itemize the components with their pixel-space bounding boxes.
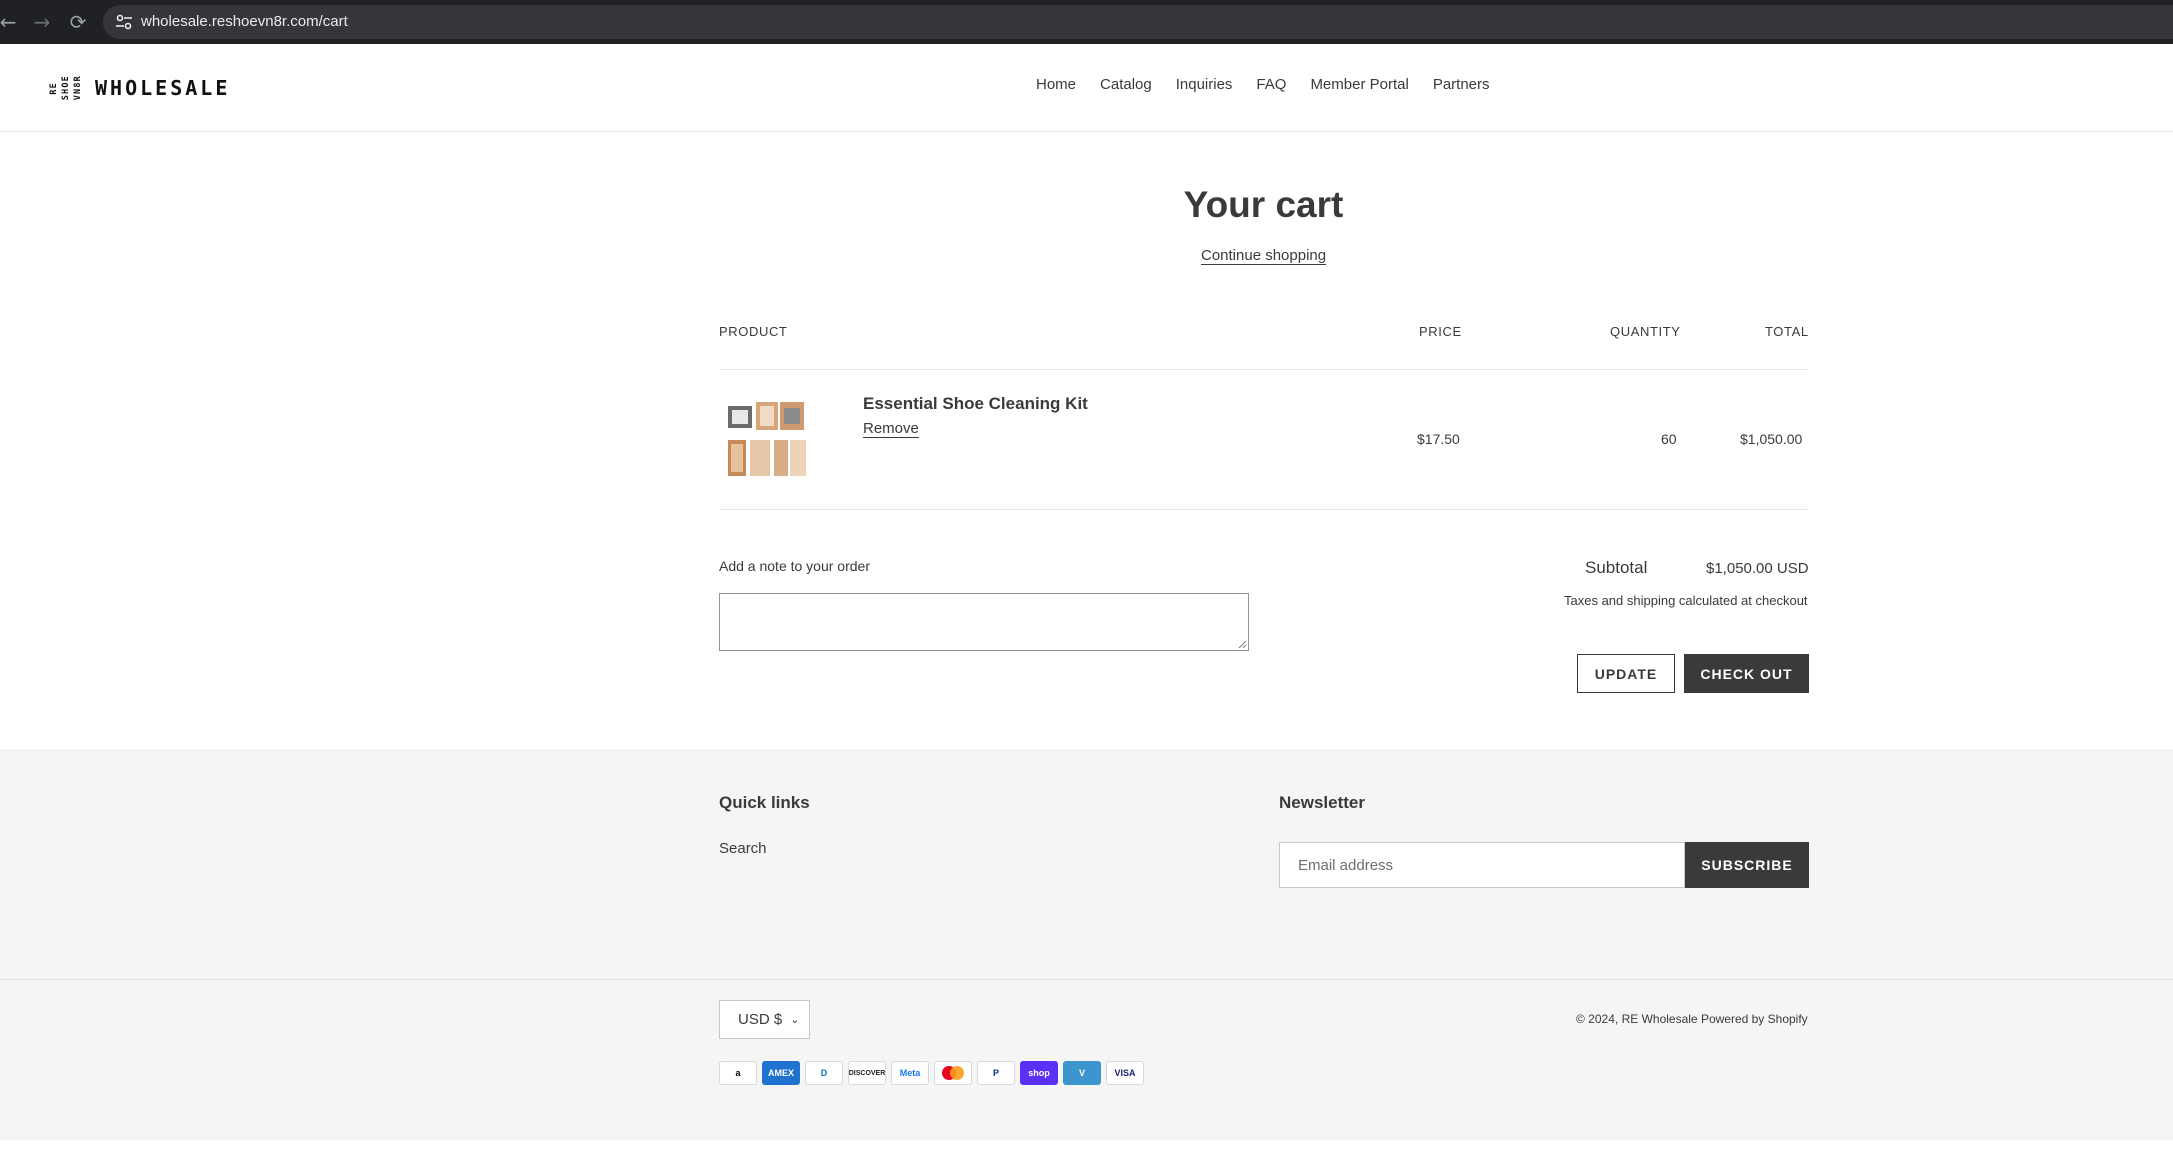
powered-by-shopify-link[interactable]: Powered by Shopify <box>1701 1012 1808 1026</box>
site-header: RE SHOE VN8R WHOLESALE Home Catalog Inqu… <box>0 44 2173 132</box>
nav-home[interactable]: Home <box>1036 76 1076 93</box>
store-name-link[interactable]: RE Wholesale <box>1622 1012 1698 1026</box>
product-name[interactable]: Essential Shoe Cleaning Kit <box>863 394 1088 414</box>
forward-arrow-icon[interactable]: → <box>30 10 54 34</box>
payment-icons: a AMEX D DISCOVER Meta Pshop V VISA <box>719 1061 1144 1085</box>
continue-shopping-link[interactable]: Continue shopping <box>1201 247 1326 264</box>
item-total: $1,050.00 <box>1740 431 1803 447</box>
nav-inquiries[interactable]: Inquiries <box>1176 76 1233 93</box>
column-header-quantity: QUANTITY <box>1610 324 1681 339</box>
newsletter-email-input[interactable] <box>1279 842 1685 888</box>
main-navigation: Home Catalog Inquiries FAQ Member Portal… <box>1036 76 1490 93</box>
subscribe-button[interactable]: SUBSCRIBE <box>1685 842 1809 888</box>
item-quantity[interactable]: 60 <box>1661 431 1677 447</box>
copyright-notice: © 2024, RE Wholesale Powered by Shopify <box>1576 1012 1808 1026</box>
update-cart-button[interactable]: UPDATE <box>1577 654 1675 693</box>
newsletter-title: Newsletter <box>1279 793 1365 812</box>
visa-icon: VISA <box>1106 1061 1144 1085</box>
currency-selector[interactable]: USD $ ⌄ <box>719 1000 810 1039</box>
diners-icon: D <box>805 1061 843 1085</box>
paypal-icon: P <box>977 1061 1015 1085</box>
resize-handle-icon[interactable] <box>1238 640 1247 649</box>
column-header-total: TOTAL <box>1765 324 1809 339</box>
amex-icon: AMEX <box>762 1061 800 1085</box>
divider <box>0 979 2173 980</box>
column-header-product: PRODUCT <box>719 324 788 339</box>
quick-links-title: Quick links <box>719 793 810 812</box>
amazon-icon: a <box>719 1061 757 1085</box>
copyright-prefix: © 2024, <box>1576 1012 1619 1026</box>
item-price: $17.50 <box>1417 431 1460 447</box>
site-footer: Quick links Search Newsletter SUBSCRIBE … <box>0 749 2173 1140</box>
venmo-icon: V <box>1063 1061 1101 1085</box>
logo-text: WHOLESALE <box>95 76 231 100</box>
logo-word-re: RE <box>49 81 59 95</box>
footer-link-search[interactable]: Search <box>719 840 767 857</box>
remove-item-link[interactable]: Remove <box>863 420 919 437</box>
address-bar[interactable]: wholesale.reshoevn8r.com/cart <box>103 5 2173 39</box>
logo-word-shoe: SHOE <box>61 75 71 101</box>
reload-icon[interactable]: ⟳ <box>66 10 90 34</box>
url-text[interactable]: wholesale.reshoevn8r.com/cart <box>141 13 348 30</box>
currency-value: USD $ <box>738 1011 783 1028</box>
nav-catalog[interactable]: Catalog <box>1100 76 1152 93</box>
subtotal-label: Subtotal <box>1585 558 1648 577</box>
order-note-label: Add a note to your order <box>719 558 870 574</box>
order-note-input[interactable] <box>719 593 1249 651</box>
tax-shipping-note: Taxes and shipping calculated at checkou… <box>1564 593 1808 608</box>
browser-toolbar: ← → ⟳ wholesale.reshoevn8r.com/cart <box>0 0 2173 44</box>
nav-member-portal[interactable]: Member Portal <box>1310 76 1408 93</box>
mastercard-icon <box>934 1061 972 1085</box>
meta-pay-icon: Meta <box>891 1061 929 1085</box>
shop-pay-icon: shop <box>1020 1061 1058 1085</box>
product-image[interactable] <box>726 396 808 480</box>
column-header-price: PRICE <box>1419 324 1462 339</box>
store-logo[interactable]: RE SHOE VN8R WHOLESALE <box>49 68 231 108</box>
divider <box>719 369 1809 370</box>
nav-partners[interactable]: Partners <box>1433 76 1490 93</box>
page-title: Your cart <box>1183 184 1344 225</box>
site-settings-icon[interactable] <box>115 14 133 30</box>
logo-mark: RE SHOE VN8R <box>49 70 83 106</box>
divider <box>719 509 1809 510</box>
back-arrow-icon[interactable]: ← <box>0 10 20 34</box>
discover-icon: DISCOVER <box>848 1061 886 1085</box>
subtotal-value: $1,050.00 USD <box>1706 560 1809 577</box>
chevron-down-icon: ⌄ <box>790 1013 800 1026</box>
checkout-button[interactable]: CHECK OUT <box>1684 654 1809 693</box>
nav-faq[interactable]: FAQ <box>1256 76 1286 93</box>
logo-word-vn8r: VN8R <box>73 75 83 101</box>
